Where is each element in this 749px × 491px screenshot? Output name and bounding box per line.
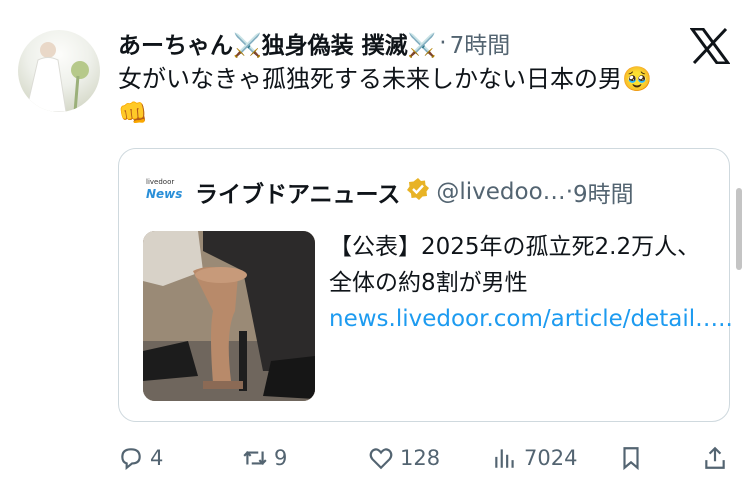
quoted-tweet-text: 【公表】2025年の孤立死2.2万人、全体の約8割が男性 news.livedo… (329, 229, 733, 337)
logo-small-text: livedoor (146, 178, 175, 186)
quoted-text-content: 【公表】2025年の孤立死2.2万人、全体の約8割が男性 (329, 234, 701, 296)
tweet-text: 女がいなきゃ孤独死する未来しかない日本の男🥹 👊 (118, 62, 718, 130)
action-bar: 4 9 128 7024 (118, 440, 738, 476)
livedoor-news-logo: livedoor News (143, 177, 183, 207)
share-icon (705, 446, 725, 469)
like-button[interactable]: 128 (368, 440, 440, 476)
tweet-header: あーちゃん⚔️独身偽装 撲滅⚔️ · 7時間 (118, 24, 678, 62)
scrollbar-thumb[interactable] (736, 188, 742, 270)
view-count: 7024 (524, 446, 578, 470)
views-button[interactable]: 7024 (492, 440, 577, 476)
like-count: 128 (400, 446, 441, 470)
quoted-handle[interactable]: @livedoo… (436, 179, 565, 205)
bookmark-icon (623, 447, 639, 471)
quoted-tweet-card[interactable]: livedoor News ライブドアニュース @livedoo… · 9時間 (118, 148, 733, 422)
quoted-tweet-header: livedoor News ライブドアニュース @livedoo… · 9時間 (143, 173, 713, 211)
x-logo-icon[interactable] (690, 28, 730, 64)
quoted-separator: · (565, 179, 573, 205)
like-icon (369, 448, 393, 470)
verified-badge-icon (406, 177, 430, 207)
separator: · (439, 30, 447, 56)
views-icon (495, 449, 514, 468)
author-name[interactable]: あーちゃん⚔️独身偽装 撲滅⚔️ (118, 26, 436, 60)
reply-button[interactable]: 4 (118, 440, 163, 476)
retweet-button[interactable]: 9 (242, 440, 287, 476)
pleading-face-emoji: 🥹 (622, 65, 652, 93)
logo-main-text: News (146, 187, 183, 201)
avatar-image (25, 42, 89, 112)
reply-icon (121, 448, 141, 471)
avatar[interactable] (18, 30, 100, 112)
reply-count: 4 (150, 446, 164, 470)
bookmark-button[interactable] (618, 440, 650, 476)
tweet-text-content: 女がいなきゃ孤独死する未来しかない日本の男 (118, 65, 622, 93)
quoted-author-name[interactable]: ライブドアニュース (195, 175, 400, 209)
retweet-count: 9 (274, 446, 288, 470)
retweet-icon (243, 451, 267, 465)
article-link[interactable]: news.livedoor.com/article/detail….. (329, 306, 733, 332)
fist-emoji: 👊 (118, 99, 148, 127)
quoted-time[interactable]: 9時間 (573, 175, 634, 209)
article-thumbnail[interactable] (143, 231, 315, 401)
share-button[interactable] (702, 440, 734, 476)
tweet-time[interactable]: 7時間 (450, 26, 511, 60)
